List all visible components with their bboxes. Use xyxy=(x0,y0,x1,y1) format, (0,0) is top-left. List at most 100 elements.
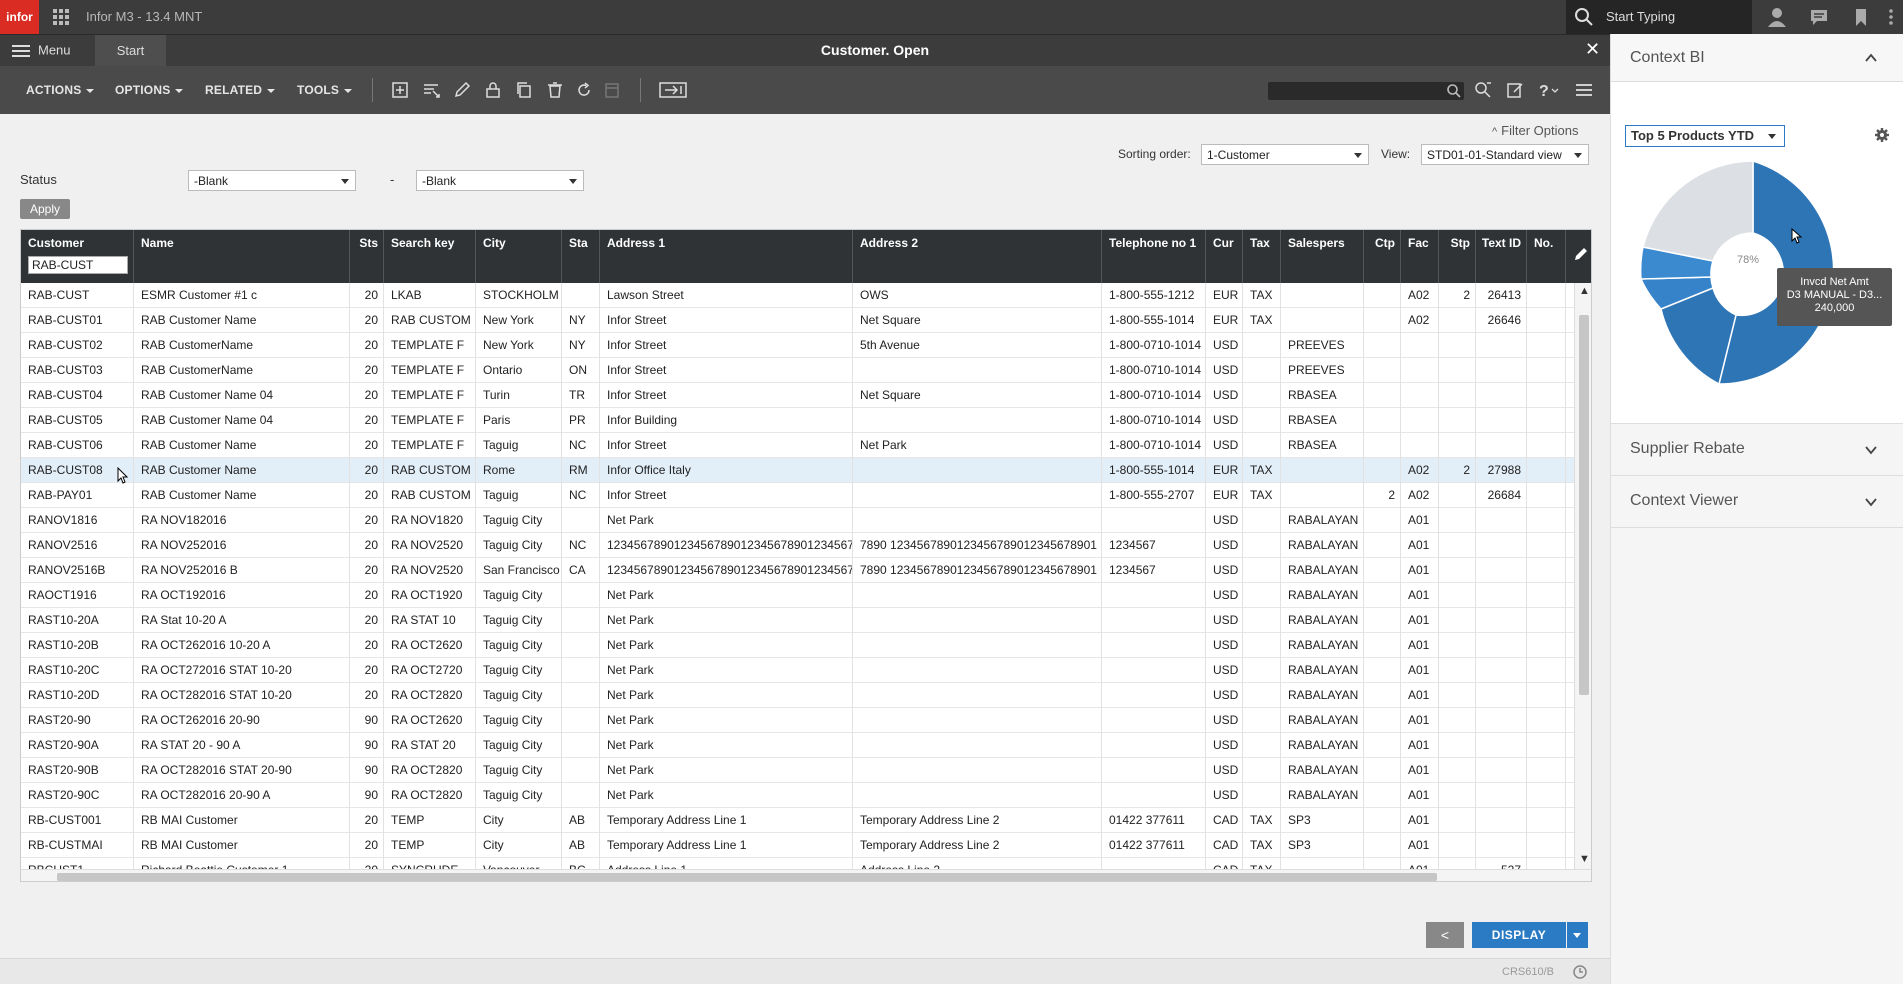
cell-search-key[interactable]: RAB CUSTOM xyxy=(384,308,476,333)
cell-stp[interactable] xyxy=(1439,358,1476,383)
column-header-address-2[interactable]: Address 2 xyxy=(853,230,1102,283)
cell-search-key[interactable]: TEMPLATE F xyxy=(384,433,476,458)
cell-state[interactable]: NC xyxy=(562,483,600,508)
cell-currency[interactable]: USD xyxy=(1206,683,1243,708)
cell-stp[interactable] xyxy=(1439,733,1476,758)
table-row[interactable]: RAB-CUST05 RAB Customer Name 04 20 TEMPLATE… xyxy=(21,408,1574,433)
cell-address-2[interactable]: 5th Avenue xyxy=(853,333,1102,358)
cell-salesperson[interactable] xyxy=(1281,308,1364,333)
cell-telephone[interactable] xyxy=(1102,708,1206,733)
clock-icon[interactable] xyxy=(1572,964,1588,980)
table-row[interactable]: RAST20-90A RA STAT 20 - 90 A 90 RA STAT 20 T… xyxy=(21,733,1574,758)
cell-no[interactable] xyxy=(1527,833,1566,858)
cell-facility[interactable]: A01 xyxy=(1401,783,1439,808)
cell-status[interactable]: 20 xyxy=(350,483,384,508)
cell-state[interactable] xyxy=(562,658,600,683)
cell-stp[interactable] xyxy=(1439,658,1476,683)
cell-city[interactable]: Turin xyxy=(476,383,562,408)
cell-address-2[interactable]: Temporary Address Line 2 xyxy=(853,833,1102,858)
cell-salesperson[interactable] xyxy=(1281,483,1364,508)
cell-address-2[interactable] xyxy=(853,508,1102,533)
cell-no[interactable] xyxy=(1527,358,1566,383)
cell-telephone[interactable] xyxy=(1102,733,1206,758)
cell-name[interactable]: RB MAI Customer xyxy=(134,808,350,833)
cell-ctp[interactable] xyxy=(1364,433,1401,458)
table-row[interactable]: RAB-CUST04 RAB Customer Name 04 20 TEMPLATE… xyxy=(21,383,1574,408)
cell-telephone[interactable]: 1-800-555-1014 xyxy=(1102,308,1206,333)
cell-search-key[interactable]: RAB CUSTOM xyxy=(384,483,476,508)
cell-tax[interactable] xyxy=(1243,758,1281,783)
cell-stp[interactable] xyxy=(1439,808,1476,833)
cell-currency[interactable]: USD xyxy=(1206,433,1243,458)
cell-search-key[interactable]: RA OCT2820 xyxy=(384,783,476,808)
cell-ctp[interactable] xyxy=(1364,758,1401,783)
cell-ctp[interactable] xyxy=(1364,458,1401,483)
cell-address-1[interactable]: Infor Street xyxy=(600,433,853,458)
cell-stp[interactable]: 2 xyxy=(1439,283,1476,308)
cell-no[interactable] xyxy=(1527,508,1566,533)
cell-salesperson[interactable]: RABALAYAN xyxy=(1281,783,1364,808)
cell-facility[interactable]: A02 xyxy=(1401,283,1439,308)
table-row[interactable]: RB-CUSTMAI RB MAI Customer 20 TEMP City AB Tem… xyxy=(21,833,1574,858)
cell-no[interactable] xyxy=(1527,583,1566,608)
cell-text-id[interactable] xyxy=(1476,358,1527,383)
vertical-scrollbar[interactable]: ▲ ▼ xyxy=(1574,283,1591,869)
cell-salesperson[interactable] xyxy=(1281,283,1364,308)
cell-no[interactable] xyxy=(1527,308,1566,333)
cell-tax[interactable]: TAX xyxy=(1243,483,1281,508)
table-row[interactable]: RAB-PAY01 RAB Customer Name 20 RAB CUSTOM Ta… xyxy=(21,483,1574,508)
cell-facility[interactable]: A01 xyxy=(1401,683,1439,708)
cell-text-id[interactable] xyxy=(1476,583,1527,608)
previous-button[interactable]: < xyxy=(1426,922,1464,948)
column-header-salesperson[interactable]: Salespers xyxy=(1281,230,1364,283)
cell-state[interactable]: AB xyxy=(562,833,600,858)
table-row[interactable]: RAST10-20C RA OCT272016 STAT 10-20 20 RA OC… xyxy=(21,658,1574,683)
cell-telephone[interactable] xyxy=(1102,508,1206,533)
cell-tax[interactable] xyxy=(1243,558,1281,583)
chat-icon[interactable] xyxy=(1808,6,1830,28)
cell-tax[interactable] xyxy=(1243,633,1281,658)
table-row[interactable]: RANOV2516B RA NOV252016 B 20 RA NOV2520 San … xyxy=(21,558,1574,583)
cell-address-1[interactable]: Temporary Address Line 1 xyxy=(600,808,853,833)
cell-name[interactable]: RA OCT192016 xyxy=(134,583,350,608)
column-header-no[interactable]: No. xyxy=(1527,230,1566,283)
cell-telephone[interactable] xyxy=(1102,658,1206,683)
cell-address-1[interactable]: Net Park xyxy=(600,733,853,758)
edit-icon[interactable] xyxy=(453,81,471,99)
cell-salesperson[interactable]: RBASEA xyxy=(1281,408,1364,433)
hamburger-menu-icon[interactable] xyxy=(1575,81,1593,99)
cell-text-id[interactable] xyxy=(1476,608,1527,633)
cell-customer[interactable]: RAB-CUST06 xyxy=(21,433,134,458)
cell-currency[interactable]: USD xyxy=(1206,708,1243,733)
infor-logo[interactable]: infor xyxy=(0,0,39,34)
cell-currency[interactable]: USD xyxy=(1206,558,1243,583)
cell-tax[interactable]: TAX xyxy=(1243,283,1281,308)
cell-no[interactable] xyxy=(1527,633,1566,658)
cell-stp[interactable] xyxy=(1439,508,1476,533)
cell-address-1[interactable]: Infor Building xyxy=(600,408,853,433)
cell-city[interactable]: Paris xyxy=(476,408,562,433)
cell-telephone[interactable] xyxy=(1102,608,1206,633)
cell-text-id[interactable] xyxy=(1476,408,1527,433)
cell-facility[interactable]: A02 xyxy=(1401,308,1439,333)
cell-status[interactable]: 90 xyxy=(350,708,384,733)
cell-salesperson[interactable]: PREEVES xyxy=(1281,358,1364,383)
chevron-up-icon[interactable] xyxy=(1865,52,1877,64)
cell-no[interactable] xyxy=(1527,383,1566,408)
chevron-down-icon[interactable] xyxy=(1865,496,1877,508)
column-header-facility[interactable]: Fac xyxy=(1401,230,1439,283)
cell-stp[interactable] xyxy=(1439,833,1476,858)
cell-customer[interactable]: RANOV2516B xyxy=(21,558,134,583)
cell-name[interactable]: RAB Customer Name xyxy=(134,483,350,508)
cell-status[interactable]: 20 xyxy=(350,808,384,833)
cell-state[interactable]: NC xyxy=(562,433,600,458)
cell-state[interactable]: ON xyxy=(562,358,600,383)
cell-tax[interactable] xyxy=(1243,608,1281,633)
cell-currency[interactable]: USD xyxy=(1206,658,1243,683)
cell-ctp[interactable] xyxy=(1364,408,1401,433)
cell-text-id[interactable] xyxy=(1476,508,1527,533)
cell-city[interactable]: San Francisco xyxy=(476,558,562,583)
cell-no[interactable] xyxy=(1527,483,1566,508)
cell-address-1[interactable]: Net Park xyxy=(600,758,853,783)
cell-tax[interactable] xyxy=(1243,708,1281,733)
